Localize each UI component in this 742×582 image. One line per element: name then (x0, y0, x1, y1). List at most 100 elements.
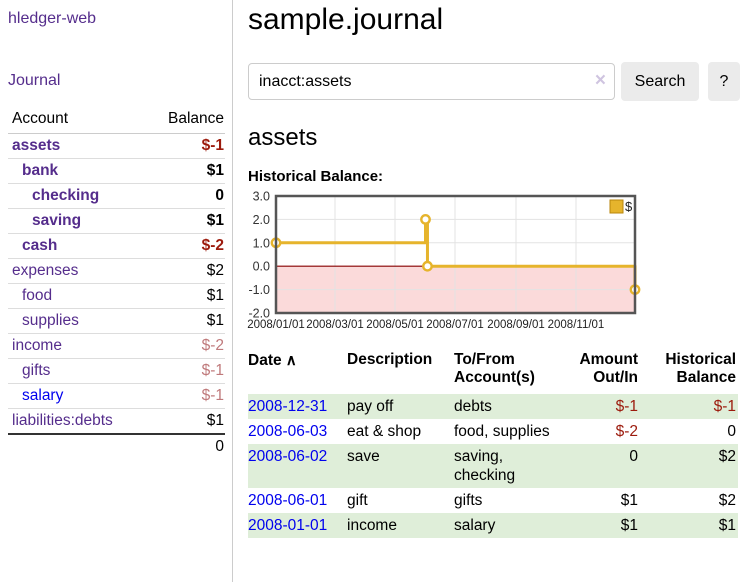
transaction-balance: $-1 (640, 394, 738, 419)
legend-swatch (610, 200, 623, 213)
account-balance: $2 (145, 259, 225, 284)
transaction-description: pay off (347, 394, 454, 419)
account-row: food $1 (8, 284, 225, 309)
transaction-balance: $2 (640, 444, 738, 488)
data-point-marker (421, 215, 429, 223)
transaction-accounts: debts (454, 394, 566, 419)
transaction-date-link[interactable]: 2008-06-02 (248, 448, 327, 465)
transaction-balance: $1 (640, 513, 738, 538)
account-balance: $-1 (145, 134, 225, 159)
sidebar-account-link[interactable]: income (12, 337, 62, 354)
sidebar-account-link[interactable]: checking (32, 187, 99, 204)
accounts-total-row: 0 (8, 434, 225, 459)
clear-search-icon[interactable]: × (595, 71, 606, 91)
account-balance: $1 (145, 284, 225, 309)
accounts-tree: Account Balance assets $-1 bank $1 checking 0… (8, 106, 225, 459)
transaction-description: save (347, 444, 454, 488)
account-row: income $-2 (8, 334, 225, 359)
y-axis-tick-label: 3.0 (253, 190, 270, 204)
register-col-date[interactable]: Date ∧ (248, 351, 347, 394)
account-balance: 0 (145, 184, 225, 209)
transaction-accounts: gifts (454, 488, 566, 513)
legend-label: $ (625, 199, 633, 214)
sidebar-account-link[interactable]: expenses (12, 262, 78, 279)
transaction-amount: $1 (566, 513, 640, 538)
transaction-row: 2008-06-02savesaving, checking0$2 (248, 444, 738, 488)
account-heading: assets (248, 124, 742, 152)
sidebar-account-link[interactable]: food (22, 287, 52, 304)
account-balance: $1 (145, 409, 225, 435)
register-col-amount-out-in: Amount Out/In (566, 351, 640, 394)
sidebar-account-link[interactable]: supplies (22, 312, 79, 329)
sidebar-item-journal[interactable]: Journal (8, 72, 60, 89)
account-row: gifts$-1 (8, 359, 225, 384)
sidebar-account-link[interactable]: cash (22, 237, 57, 254)
transaction-description: income (347, 513, 454, 538)
transaction-accounts: food, supplies (454, 419, 566, 444)
transaction-row: 2008-12-31pay offdebts$-1$-1 (248, 394, 738, 419)
data-point-marker (423, 262, 431, 270)
transaction-date-link[interactable]: 2008-06-01 (248, 492, 327, 509)
accounts-total-value: 0 (145, 434, 225, 459)
sidebar-account-link[interactable]: bank (22, 162, 58, 179)
transaction-row: 2008-06-03 eat & shopfood, supplies$-20 (248, 419, 738, 444)
y-axis-tick-label: 1.0 (253, 236, 270, 250)
x-axis-tick-label: 2008/01/01 (247, 319, 305, 331)
sidebar: hledger-web Journal Account Balance asse… (0, 0, 233, 582)
account-balance: $-2 (145, 334, 225, 359)
account-balance: $-2 (145, 234, 225, 259)
y-axis-tick-label: -1.0 (248, 283, 270, 297)
transaction-amount: $-2 (566, 419, 640, 444)
help-button[interactable]: ? (708, 62, 740, 101)
page-title: sample.journal (248, 3, 742, 37)
account-row: checking 0 (8, 184, 225, 209)
x-axis-tick-label: 2008/05/01 (366, 319, 424, 331)
transaction-description: eat & shop (347, 419, 454, 444)
register-col-description: Description (347, 351, 454, 394)
account-balance: $1 (145, 159, 225, 184)
transaction-accounts: saving, checking (454, 444, 566, 488)
transaction-date-link[interactable]: 2008-06-03 (248, 423, 327, 440)
register-col-to-from-account-s: To/From Account(s) (454, 351, 566, 394)
transaction-date-link[interactable]: 2008-01-01 (248, 517, 327, 534)
account-row: liabilities:debts $1 (8, 409, 225, 435)
accounts-col-account: Account (8, 106, 145, 134)
main-content: sample.journal × Search ? assets Histori… (248, 0, 742, 538)
transaction-balance: $2 (640, 488, 738, 513)
register-col-historical-balance: Historical Balance (640, 351, 738, 394)
search-button[interactable]: Search (621, 62, 699, 101)
account-row: supplies $1 (8, 309, 225, 334)
x-axis-tick-label: 2008/11/01 (548, 319, 605, 331)
chart-title: Historical Balance: (248, 168, 742, 185)
transaction-balance: 0 (640, 419, 738, 444)
app-brand-link[interactable]: hledger-web (8, 10, 96, 28)
sidebar-account-link[interactable]: assets (12, 137, 60, 154)
search-input[interactable] (248, 63, 615, 100)
account-row: saving $1 (8, 209, 225, 234)
sidebar-account-link[interactable]: saving (32, 212, 81, 229)
search-form: × Search ? (248, 62, 742, 101)
transaction-accounts: salary (454, 513, 566, 538)
sidebar-account-link[interactable]: gifts (22, 362, 50, 379)
sort-ascending-icon: ∧ (282, 352, 297, 369)
transaction-row: 2008-06-01 giftgifts$1$2 (248, 488, 738, 513)
x-axis-tick-label: 2008/07/01 (426, 319, 484, 331)
transaction-amount: $-1 (566, 394, 640, 419)
accounts-col-balance: Balance (145, 106, 225, 134)
y-axis-tick-label: 0.0 (253, 260, 270, 274)
sidebar-account-link[interactable]: salary (22, 387, 63, 404)
account-row: assets $-1 (8, 134, 225, 159)
account-row: cash $-2 (8, 234, 225, 259)
account-row: salary $-1 (8, 384, 225, 409)
historical-balance-chart: $3.02.01.00.0-1.0-2.02008/01/012008/03/0… (248, 192, 742, 334)
transaction-amount: $1 (566, 488, 640, 513)
transaction-date-link[interactable]: 2008-12-31 (248, 398, 327, 415)
account-row: bank $1 (8, 159, 225, 184)
register-table: Date ∧DescriptionTo/From Account(s)Amoun… (248, 351, 738, 538)
account-balance: $1 (145, 209, 225, 234)
account-balance: $1 (145, 309, 225, 334)
account-balance: $-1 (145, 384, 225, 409)
transaction-description: gift (347, 488, 454, 513)
sidebar-account-link[interactable]: liabilities:debts (12, 412, 113, 429)
y-axis-tick-label: 2.0 (253, 213, 270, 227)
